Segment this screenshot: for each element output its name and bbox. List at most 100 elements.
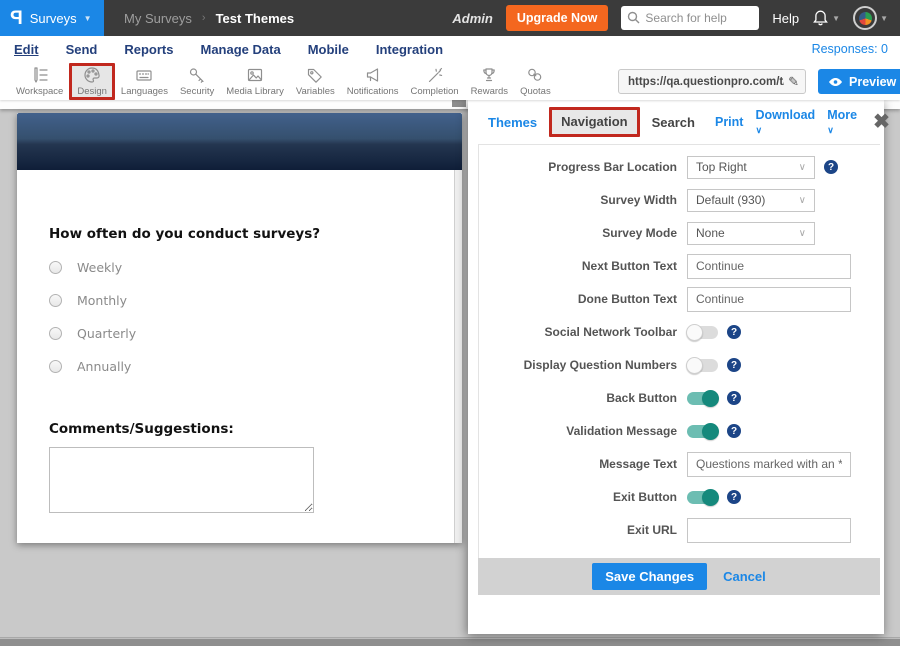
help-link[interactable]: Help	[772, 11, 799, 26]
setting-control: ?	[687, 424, 741, 438]
nav-tab-edit[interactable]: Edit	[14, 42, 39, 57]
toolbar-item-label: Security	[180, 86, 214, 97]
download-menu[interactable]: Download ∨	[755, 108, 815, 136]
survey-option-annually[interactable]: Annually	[49, 359, 430, 374]
nav-tab-send[interactable]: Send	[66, 42, 98, 57]
nav-tab-mobile[interactable]: Mobile	[308, 42, 349, 57]
setting-label: Exit Button	[479, 490, 687, 504]
social-network-toolbar-toggle[interactable]	[687, 326, 718, 339]
exit-url-input[interactable]	[687, 518, 851, 543]
survey-option-weekly[interactable]: Weekly	[49, 260, 430, 275]
panel-tab-themes[interactable]: Themes	[488, 115, 537, 130]
toolbar-item-rewards[interactable]: Rewards	[465, 65, 515, 98]
setting-row-message-text: Message Text	[479, 449, 880, 479]
select-value: Top Right	[696, 160, 799, 174]
help-icon[interactable]: ?	[727, 490, 741, 504]
cancel-button[interactable]: Cancel	[723, 569, 766, 584]
progress-bar-location-select[interactable]: Top Right∨	[687, 156, 815, 179]
help-icon[interactable]: ?	[727, 325, 741, 339]
back-button-toggle[interactable]	[687, 392, 718, 405]
toolbar-item-workspace[interactable]: Workspace	[10, 65, 69, 98]
setting-control	[687, 287, 851, 312]
upgrade-now-button[interactable]: Upgrade Now	[506, 5, 609, 31]
bell-icon	[812, 9, 829, 27]
setting-control	[687, 254, 851, 279]
survey-mode-select[interactable]: None∨	[687, 222, 815, 245]
setting-row-exit-url: Exit URL	[479, 515, 880, 545]
survey-option-monthly[interactable]: Monthly	[49, 293, 430, 308]
help-search-input[interactable]	[621, 6, 759, 30]
account-menu[interactable]: ▼	[853, 6, 888, 30]
radio-button[interactable]	[49, 294, 62, 307]
survey-body: How often do you conduct surveys? Weekly…	[17, 170, 462, 543]
preview-label: Preview	[849, 75, 896, 89]
setting-control: ?	[687, 325, 741, 339]
toolbar-item-notifications[interactable]: Notifications	[341, 65, 405, 98]
help-icon[interactable]: ?	[727, 391, 741, 405]
panel-header: ThemesNavigationSearch Print Download ∨ …	[468, 100, 884, 144]
toolbar-item-media-library[interactable]: Media Library	[220, 65, 290, 98]
help-icon[interactable]: ?	[727, 424, 741, 438]
comments-textarea[interactable]	[49, 447, 314, 513]
admin-label[interactable]: Admin	[452, 11, 492, 26]
panel-tabs: Themes Navigation Search	[488, 107, 715, 137]
toolbar-item-languages[interactable]: Languages	[115, 65, 174, 98]
radio-button[interactable]	[49, 360, 62, 373]
help-icon[interactable]: ?	[824, 160, 838, 174]
setting-row-survey-mode: Survey ModeNone∨	[479, 218, 880, 248]
toolbar-item-label: Completion	[411, 86, 459, 97]
edit-url-icon[interactable]: ✎	[788, 74, 799, 90]
setting-label: Validation Message	[479, 424, 687, 438]
display-question-numbers-toggle[interactable]	[687, 359, 718, 372]
product-switcher[interactable]: P Surveys ▼	[0, 0, 104, 36]
preview-button[interactable]: Preview	[818, 69, 900, 94]
breadcrumb-separator: ›	[202, 12, 206, 24]
setting-label: Next Button Text	[479, 259, 687, 273]
toolbar-item-security[interactable]: Security	[174, 65, 220, 98]
next-button-text-input[interactable]	[687, 254, 851, 279]
nav-tab-reports[interactable]: Reports	[124, 42, 173, 57]
security-icon	[187, 66, 207, 84]
responses-count[interactable]: Responses: 0	[812, 42, 888, 56]
completion-icon	[425, 66, 445, 84]
survey-width-select[interactable]: Default (930)∨	[687, 189, 815, 212]
setting-label: Survey Width	[479, 193, 687, 207]
print-link[interactable]: Print	[715, 115, 743, 129]
setting-label: Done Button Text	[479, 292, 687, 306]
eye-icon	[828, 77, 843, 87]
radio-button[interactable]	[49, 327, 62, 340]
validation-message-toggle[interactable]	[687, 425, 718, 438]
toolbar-item-design[interactable]: Design	[69, 63, 115, 100]
select-value: Default (930)	[696, 193, 799, 207]
survey-option-quarterly[interactable]: Quarterly	[49, 326, 430, 341]
radio-button[interactable]	[49, 261, 62, 274]
toolbar-item-quotas[interactable]: Quotas	[514, 65, 557, 98]
nav-tab-integration[interactable]: Integration	[376, 42, 443, 57]
toolbar-item-variables[interactable]: Variables	[290, 65, 341, 98]
panel-footer: Save Changes Cancel	[478, 558, 880, 595]
horizontal-scrollbar[interactable]	[0, 637, 900, 646]
scrollbar-thumb[interactable]	[0, 639, 900, 646]
setting-row-done-button-text: Done Button Text	[479, 284, 880, 314]
toolbar-item-label: Workspace	[16, 86, 63, 97]
save-changes-button[interactable]: Save Changes	[592, 563, 707, 590]
exit-button-toggle[interactable]	[687, 491, 718, 504]
notifications-menu[interactable]: ▼	[812, 9, 840, 27]
breadcrumb-parent[interactable]: My Surveys	[124, 11, 192, 26]
done-button-text-input[interactable]	[687, 287, 851, 312]
setting-row-validation-message: Validation Message?	[479, 416, 880, 446]
chevron-down-icon: ▼	[880, 14, 888, 23]
nav-tab-manage-data[interactable]: Manage Data	[200, 42, 280, 57]
message-text-input[interactable]	[687, 452, 851, 477]
chevron-down-icon: ▼	[84, 14, 92, 23]
preview-vertical-scrollbar[interactable]	[454, 170, 462, 543]
toggle-knob	[702, 423, 719, 440]
toolbar-item-completion[interactable]: Completion	[405, 65, 465, 98]
close-icon[interactable]: ✖	[873, 112, 890, 132]
setting-control: Default (930)∨	[687, 189, 815, 212]
design-icon	[82, 66, 102, 84]
help-icon[interactable]: ?	[727, 358, 741, 372]
more-menu[interactable]: More ∨	[827, 108, 857, 136]
panel-tab-navigation[interactable]: Navigation	[561, 114, 627, 129]
panel-tab-search[interactable]: Search	[652, 115, 695, 130]
